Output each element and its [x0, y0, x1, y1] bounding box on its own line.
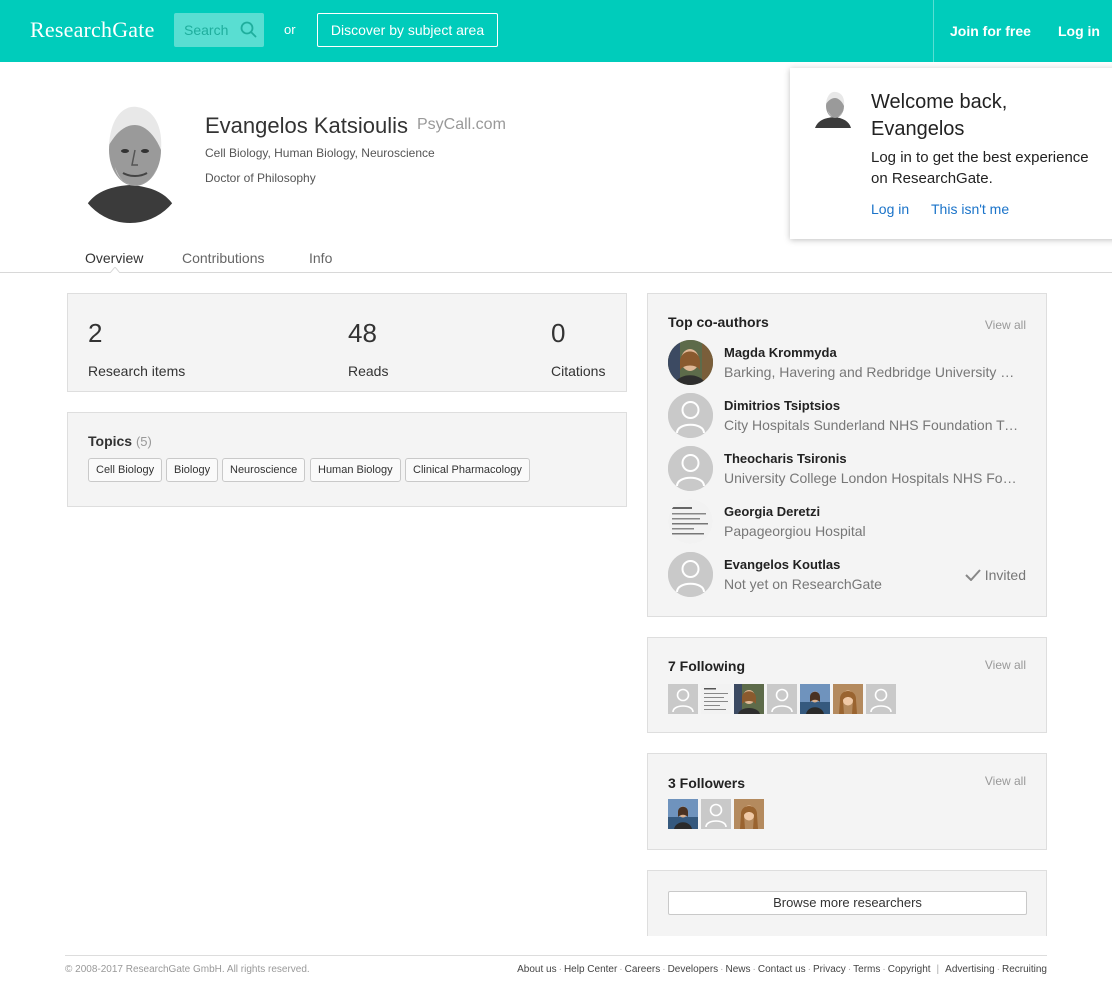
default-user-icon[interactable]	[668, 552, 713, 597]
footer-link-advertising[interactable]: Advertising	[945, 964, 994, 975]
followers-view-all-link[interactable]: View all	[985, 774, 1026, 788]
reads-label: Reads	[348, 363, 389, 379]
invited-label: Invited	[984, 567, 1026, 583]
coauthor-institution: Barking, Havering and Redbridge Universi…	[724, 364, 1019, 380]
default-user-icon[interactable]	[767, 684, 797, 714]
profile-name: Evangelos Katsioulis	[205, 113, 409, 138]
profile-disciplines: Cell Biology, Human Biology, Neuroscienc…	[205, 146, 435, 160]
default-user-icon[interactable]	[668, 446, 713, 491]
tab-overview[interactable]: Overview	[85, 250, 143, 266]
reads-count: 48	[348, 318, 377, 348]
top-navigation-bar: ResearchGate Search or Discover by subje…	[0, 0, 1112, 62]
invited-status: Invited	[965, 567, 1026, 583]
coauthor-institution: University College London Hospitals NHS …	[724, 470, 1019, 486]
footer-copyright: © 2008-2017 ResearchGate GmbH. All right…	[65, 964, 310, 975]
join-for-free-button[interactable]: Join for free	[950, 23, 1031, 39]
popup-not-me-link[interactable]: This isn't me	[931, 201, 1009, 217]
footer-link-about[interactable]: About us	[517, 964, 556, 975]
or-label: or	[284, 22, 296, 37]
coauthor-institution: Papageorgiou Hospital	[724, 523, 866, 539]
popup-log-in-link[interactable]: Log in	[871, 201, 909, 217]
stats-card: 2 Research items 48 Reads 0 Citations	[67, 293, 627, 392]
coauthor-name[interactable]: Georgia Deretzi	[724, 504, 820, 519]
footer-link-recruiting[interactable]: Recruiting	[1002, 964, 1047, 975]
citations-count: 0	[551, 318, 566, 348]
followers-title: 3 Followers	[668, 775, 746, 791]
welcome-back-popup: Welcome back, Evangelos Log in to get th…	[790, 68, 1112, 239]
default-user-icon[interactable]	[701, 799, 731, 829]
topic-tag[interactable]: Neuroscience	[222, 458, 306, 482]
tab-info[interactable]: Info	[309, 250, 332, 266]
followers-card: 3 Followers View all	[647, 753, 1047, 850]
footer-link-copyright[interactable]: Copyright	[888, 964, 931, 975]
footer-divider	[65, 955, 1047, 956]
photo-woman-icon[interactable]	[833, 684, 863, 714]
profile-avatar[interactable]	[75, 95, 185, 223]
popup-avatar	[813, 88, 853, 128]
footer-link-contact[interactable]: Contact us	[758, 964, 806, 975]
document-photo-icon[interactable]	[701, 684, 731, 714]
following-view-all-link[interactable]: View all	[985, 658, 1026, 672]
photo-woman-icon[interactable]	[734, 684, 764, 714]
search-icon[interactable]	[240, 21, 257, 38]
coauthor-name[interactable]: Dimitrios Tsiptsios	[724, 398, 840, 413]
log-in-button[interactable]: Log in	[1058, 23, 1100, 39]
checkmark-icon	[965, 569, 981, 582]
following-card: 7 Following View all	[647, 637, 1047, 733]
photo-lake-icon[interactable]	[800, 684, 830, 714]
footer-link-careers[interactable]: Careers	[625, 964, 661, 975]
research-items-count: 2	[88, 318, 103, 348]
profile-website: PsyCall.com	[417, 116, 506, 133]
footer-link-privacy[interactable]: Privacy	[813, 964, 846, 975]
footer-link-help-center[interactable]: Help Center	[564, 964, 617, 975]
footer-links: About us · Help Center · Careers · Developers ·…	[517, 964, 1047, 975]
popup-text: Log in to get the best experience on Res…	[871, 149, 1089, 187]
topic-tag[interactable]: Biology	[166, 458, 219, 482]
photo-woman-icon[interactable]	[734, 799, 764, 829]
topics-heading: Topics	[88, 433, 133, 449]
topic-tag[interactable]: Cell Biology	[88, 458, 163, 482]
top-coauthors-card: Top co-authors View all Magda Krommyda B…	[647, 293, 1047, 617]
coauthor-name[interactable]: Magda Krommyda	[724, 345, 837, 360]
topics-card: Topics (5) Cell Biology Biology Neurosci…	[67, 412, 627, 507]
footer-link-news[interactable]: News	[726, 964, 751, 975]
coauthor-institution: City Hospitals Sunderland NHS Foundation…	[724, 417, 1019, 433]
citations-label: Citations	[551, 363, 606, 379]
default-user-icon[interactable]	[668, 393, 713, 438]
profile-degree: Doctor of Philosophy	[205, 171, 316, 185]
coauthors-view-all-link[interactable]: View all	[985, 318, 1026, 332]
browse-researchers-card: Browse more researchers	[647, 870, 1047, 936]
tab-contributions[interactable]: Contributions	[182, 250, 265, 266]
topic-tag[interactable]: Human Biology	[310, 458, 401, 482]
coauthor-name[interactable]: Theocharis Tsironis	[724, 451, 847, 466]
coauthor-name[interactable]: Evangelos Koutlas	[724, 557, 840, 572]
photo-lake-icon[interactable]	[668, 799, 698, 829]
photo-woman-icon[interactable]	[668, 340, 713, 385]
default-user-icon[interactable]	[668, 684, 698, 714]
following-title: 7 Following	[668, 658, 745, 674]
search-placeholder: Search	[184, 22, 229, 38]
default-user-icon[interactable]	[866, 684, 896, 714]
researchgate-logo[interactable]: ResearchGate	[30, 17, 155, 43]
header-divider	[933, 0, 934, 62]
coauthors-title: Top co-authors	[668, 314, 769, 330]
browse-more-researchers-button[interactable]: Browse more researchers	[668, 891, 1027, 915]
topic-tag[interactable]: Clinical Pharmacology	[405, 458, 530, 482]
research-items-label[interactable]: Research items	[88, 363, 185, 379]
discover-by-subject-button[interactable]: Discover by subject area	[317, 13, 498, 47]
document-photo-icon[interactable]	[668, 499, 713, 544]
search-input[interactable]: Search	[174, 13, 264, 47]
topics-title: Topics (5)	[88, 433, 152, 449]
footer-link-terms[interactable]: Terms	[853, 964, 880, 975]
footer-link-developers[interactable]: Developers	[668, 964, 719, 975]
tabs-divider	[0, 272, 1112, 273]
topics-count: (5)	[135, 434, 152, 449]
popup-title: Welcome back, Evangelos	[871, 91, 1008, 140]
active-tab-indicator	[110, 267, 120, 273]
